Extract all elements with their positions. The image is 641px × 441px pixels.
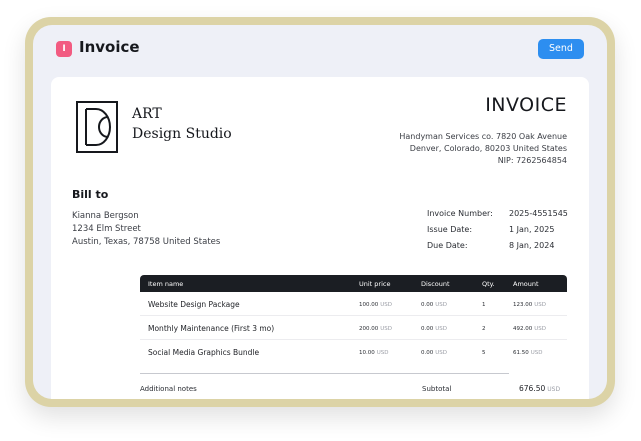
additional-notes-label: Additional notes [140, 385, 197, 393]
header-item-name: Item name [148, 280, 184, 288]
seller-nip: NIP: 7262564854 [497, 156, 567, 165]
unit-price: 200.00 USD [359, 326, 393, 332]
document-icon: I [56, 41, 72, 57]
seller-address-line2: Denver, Colorado, 80203 United States [409, 144, 567, 153]
table-row: Monthly Maintenance (First 3 mo) 200.00 U… [140, 316, 567, 340]
amount: 492.00 USD [513, 326, 547, 332]
invoice-document: ART Design Studio INVOICE Handyman Servi… [51, 77, 589, 399]
subtotal-label: Subtotal [422, 385, 452, 393]
brand-name-line2: Design Studio [132, 126, 232, 142]
subtotal-value: 676.50 USD [519, 384, 561, 393]
discount: 0.00 USD [421, 302, 448, 308]
discount: 0.00 USD [421, 326, 448, 332]
issue-date-label: Issue Date: [427, 225, 473, 234]
seller-address-line1: Handyman Services co. 7820 Oak Avenue [399, 132, 567, 141]
amount: 61.50 USD [513, 350, 543, 356]
quantity: 1 [482, 302, 486, 308]
app-window: I Invoice Send ART Design Studio INVOICE… [33, 25, 607, 399]
table-row: Social Media Graphics Bundle 10.00 USD 0.… [140, 340, 567, 364]
quantity: 2 [482, 326, 486, 332]
item-name: Social Media Graphics Bundle [148, 348, 260, 357]
table-row: Website Design Package 100.00 USD 0.00 USD… [140, 292, 567, 316]
bill-to-heading: Bill to [72, 188, 109, 201]
header-amount: Amount [513, 280, 539, 288]
invoice-number-label: Invoice Number: [427, 209, 493, 218]
header-discount: Discount [421, 280, 450, 288]
header-qty: Qty. [482, 280, 495, 288]
dc-monogram-logo [76, 101, 118, 153]
issue-date: 1 Jan, 2025 [509, 225, 555, 234]
item-name: Website Design Package [148, 300, 240, 309]
app-title: Invoice [79, 38, 140, 56]
unit-price: 100.00 USD [359, 302, 393, 308]
invoice-number: 2025-4551545 [509, 209, 568, 218]
discount: 0.00 USD [421, 350, 448, 356]
bill-to-street: 1234 Elm Street [72, 224, 141, 234]
bill-to-name: Kianna Bergson [72, 211, 139, 221]
bill-to-city: Austin, Texas, 78758 United States [72, 237, 221, 247]
amount: 123.00 USD [513, 302, 547, 308]
footer-divider [140, 373, 509, 374]
item-name: Monthly Maintenance (First 3 mo) [148, 324, 275, 333]
device-frame: I Invoice Send ART Design Studio INVOICE… [25, 17, 615, 407]
invoice-title: INVOICE [485, 94, 567, 116]
unit-price: 10.00 USD [359, 350, 389, 356]
header-unit-price: Unit price [359, 280, 391, 288]
due-date: 8 Jan, 2024 [509, 241, 555, 250]
send-button[interactable]: Send [538, 39, 584, 59]
due-date-label: Due Date: [427, 241, 468, 250]
top-bar: I Invoice Send [33, 25, 607, 73]
items-table-header: Item name Unit price Discount Qty. Amoun… [140, 275, 567, 292]
brand-name-line1: ART [132, 106, 162, 122]
quantity: 5 [482, 350, 486, 356]
